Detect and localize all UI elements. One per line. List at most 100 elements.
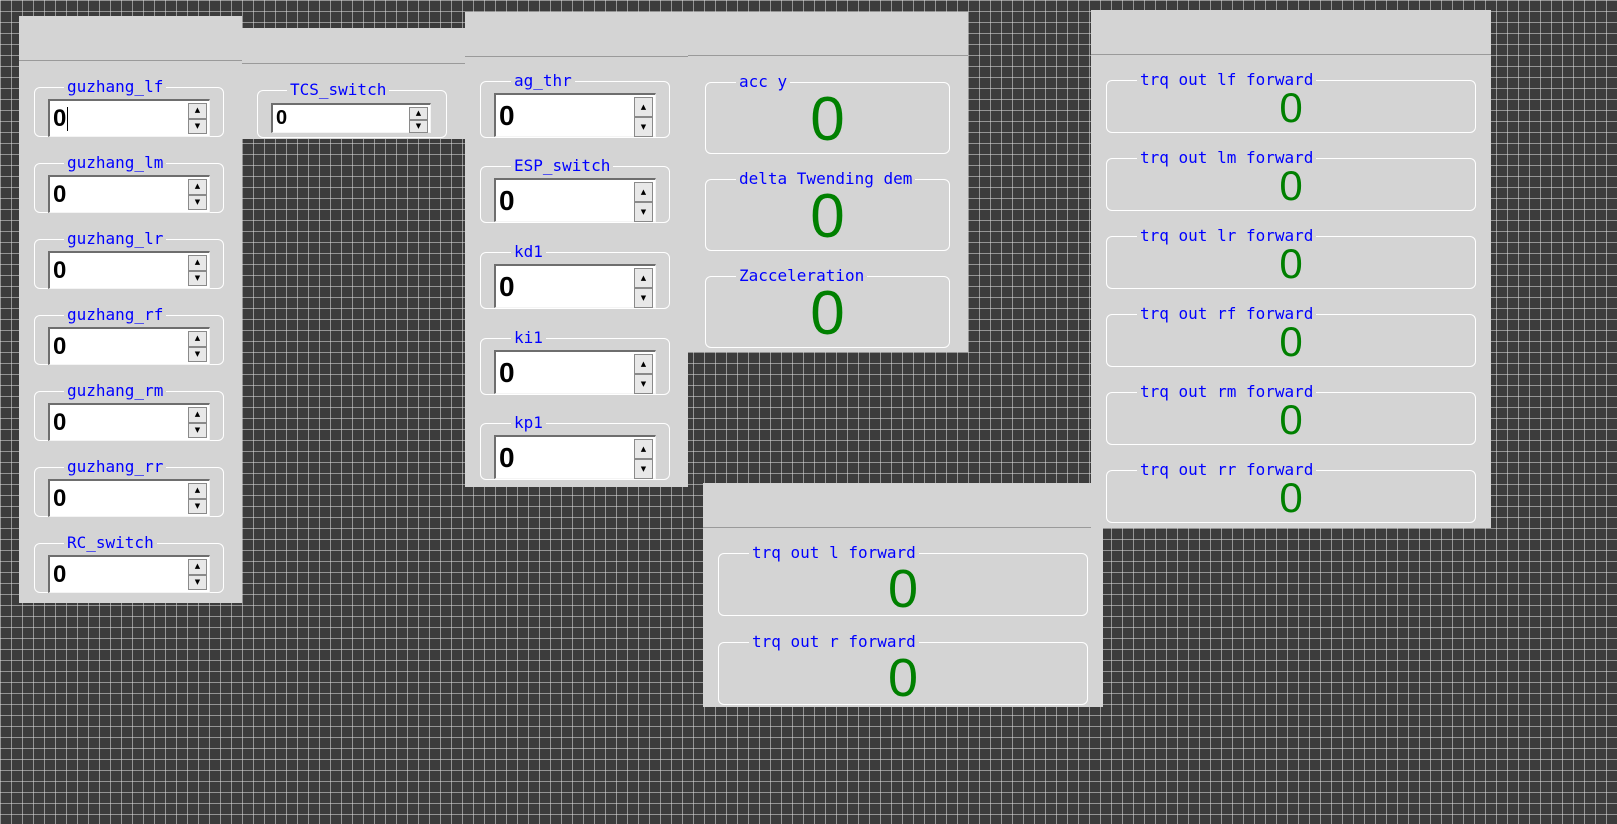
spin-up-icon[interactable]: ▲ xyxy=(634,354,653,374)
spin-down-icon[interactable]: ▼ xyxy=(188,498,207,514)
spinbox-value[interactable]: 0 xyxy=(499,183,515,219)
spinbox-ki1[interactable]: 0 ▲ ▼ xyxy=(494,350,656,394)
display-value: 0 xyxy=(1279,396,1303,443)
spinbox-value[interactable]: 0 xyxy=(53,256,66,286)
spin-up-icon[interactable]: ▲ xyxy=(188,331,207,347)
spin-down-icon[interactable]: ▼ xyxy=(634,288,653,308)
spin-buttons: ▲ ▼ xyxy=(634,97,653,137)
spin-label: TCS_switch xyxy=(287,81,390,99)
spin-label: ki1 xyxy=(511,329,546,347)
spinbox-value[interactable]: 0 xyxy=(53,332,66,362)
spin-label: guzhang_lm xyxy=(64,154,167,172)
spinbox-guzhang-lr[interactable]: 0 ▲ ▼ xyxy=(48,251,210,289)
spinbox-value[interactable]: 0 xyxy=(276,106,287,130)
display-value: 0 xyxy=(810,182,845,251)
display-group: trq out l forward 0 xyxy=(718,544,1088,619)
spin-down-icon[interactable]: ▼ xyxy=(188,422,207,438)
spin-up-icon[interactable]: ▲ xyxy=(188,559,207,575)
display-value: 0 xyxy=(1279,318,1303,365)
spinbox-kd1[interactable]: 0 ▲ ▼ xyxy=(494,264,656,308)
panel-controller: ag_thr 0 ▲ ▼ ESP_switch 0 ▲ ▼ kd1 0 ▲ ▼ xyxy=(465,12,688,487)
panel-controller-header[interactable] xyxy=(465,12,688,57)
spinbox-guzhang-rr[interactable]: 0 ▲ ▼ xyxy=(48,479,210,517)
spinbox-guzhang-rf[interactable]: 0 ▲ ▼ xyxy=(48,327,210,365)
spin-down-icon[interactable]: ▼ xyxy=(634,117,653,137)
spin-buttons: ▲ ▼ xyxy=(634,268,653,308)
spin-label: guzhang_rm xyxy=(64,382,167,400)
spin-buttons: ▲ ▼ xyxy=(188,179,207,210)
spinbox-value[interactable]: 0 xyxy=(499,98,515,134)
display-value: 0 xyxy=(887,559,919,619)
spin-up-icon[interactable]: ▲ xyxy=(634,439,653,459)
panel-guzhang-header[interactable] xyxy=(19,16,242,61)
spinbox-guzhang-rm[interactable]: 0 ▲ ▼ xyxy=(48,403,210,441)
spinbox-value[interactable]: 0 xyxy=(499,440,515,476)
spin-down-icon[interactable]: ▼ xyxy=(634,202,653,222)
display-value: 0 xyxy=(1279,84,1303,131)
spinbox-ag-thr[interactable]: 0 ▲ ▼ xyxy=(494,93,656,137)
spin-group: kd1 0 ▲ ▼ xyxy=(480,243,670,309)
spinbox-guzhang-lf[interactable]: 0 ▲ ▼ xyxy=(48,99,210,137)
spin-up-icon[interactable]: ▲ xyxy=(409,107,428,120)
spinbox-kp1[interactable]: 0 ▲ ▼ xyxy=(494,435,656,479)
panel-tcs: TCS_switch 0 ▲ ▼ xyxy=(242,28,466,139)
spin-group: ki1 0 ▲ ▼ xyxy=(480,329,670,395)
spin-down-icon[interactable]: ▼ xyxy=(634,374,653,394)
panel-guzhang: guzhang_lf 0 ▲ ▼ guzhang_lm 0 ▲ ▼ guzhan… xyxy=(19,16,242,603)
spin-down-icon[interactable]: ▼ xyxy=(188,118,207,134)
spinbox-value[interactable]: 0 xyxy=(53,560,66,590)
spin-down-icon[interactable]: ▼ xyxy=(634,459,653,479)
spinbox-guzhang-lm[interactable]: 0 ▲ ▼ xyxy=(48,175,210,213)
display-value: 0 xyxy=(810,279,845,348)
spin-buttons: ▲ ▼ xyxy=(634,182,653,222)
spin-group: kp1 0 ▲ ▼ xyxy=(480,414,670,480)
display-group: trq out r forward 0 xyxy=(718,633,1088,707)
spin-group: guzhang_rf 0 ▲ ▼ xyxy=(34,306,224,365)
spin-down-icon[interactable]: ▼ xyxy=(188,270,207,286)
spin-up-icon[interactable]: ▲ xyxy=(634,268,653,288)
spinbox-value[interactable]: 0 xyxy=(499,269,515,305)
spin-buttons: ▲ ▼ xyxy=(409,107,428,133)
display-group: trq out lm forward 0 xyxy=(1106,149,1476,211)
spin-group: RC_switch 0 ▲ ▼ xyxy=(34,534,224,593)
panel-wheel-torque-header[interactable] xyxy=(1091,10,1491,55)
spinbox-value[interactable]: 0 xyxy=(53,180,66,210)
spin-up-icon[interactable]: ▲ xyxy=(188,255,207,271)
panel-acceleration-header[interactable] xyxy=(688,12,968,56)
spin-up-icon[interactable]: ▲ xyxy=(188,103,207,119)
spinbox-value[interactable]: 0 xyxy=(53,104,66,134)
spin-down-icon[interactable]: ▼ xyxy=(188,194,207,210)
spinbox-value[interactable]: 0 xyxy=(499,355,515,391)
spinbox-value[interactable]: 0 xyxy=(53,484,66,514)
panel-acceleration: acc y 0 delta Twending dem 0 Zaccelerati… xyxy=(688,12,968,352)
spin-group: guzhang_lr 0 ▲ ▼ xyxy=(34,230,224,289)
display-group: acc y 0 xyxy=(705,73,950,154)
spin-group: guzhang_lf 0 ▲ ▼ xyxy=(34,78,224,137)
spin-up-icon[interactable]: ▲ xyxy=(188,407,207,423)
spin-label: guzhang_rf xyxy=(64,306,167,324)
spin-down-icon[interactable]: ▼ xyxy=(188,346,207,362)
spin-group: ESP_switch 0 ▲ ▼ xyxy=(480,157,670,223)
spinbox-esp-switch[interactable]: 0 ▲ ▼ xyxy=(494,178,656,222)
display-value: 0 xyxy=(1279,474,1303,521)
spin-group: guzhang_rm 0 ▲ ▼ xyxy=(34,382,224,441)
spin-up-icon[interactable]: ▲ xyxy=(188,483,207,499)
panel-tcs-header[interactable] xyxy=(242,28,466,64)
spinbox-rc-switch[interactable]: 0 ▲ ▼ xyxy=(48,555,210,593)
spin-label: guzhang_rr xyxy=(64,458,167,476)
display-group: trq out lr forward 0 xyxy=(1106,227,1476,289)
spin-group: ag_thr 0 ▲ ▼ xyxy=(480,72,670,138)
spinbox-value[interactable]: 0 xyxy=(53,408,66,438)
spin-label: ag_thr xyxy=(511,72,575,90)
spin-buttons: ▲ ▼ xyxy=(188,255,207,286)
panel-lr-torque-header[interactable] xyxy=(703,483,1103,528)
spin-up-icon[interactable]: ▲ xyxy=(188,179,207,195)
spin-down-icon[interactable]: ▼ xyxy=(188,574,207,590)
spin-up-icon[interactable]: ▲ xyxy=(634,97,653,117)
spinbox-tcs-switch[interactable]: 0 ▲ ▼ xyxy=(271,103,431,133)
spin-up-icon[interactable]: ▲ xyxy=(634,182,653,202)
spin-buttons: ▲ ▼ xyxy=(188,483,207,514)
spin-down-icon[interactable]: ▼ xyxy=(409,120,428,133)
panel-lr-torque: trq out l forward 0 trq out r forward 0 xyxy=(703,483,1103,707)
spin-buttons: ▲ ▼ xyxy=(634,354,653,394)
